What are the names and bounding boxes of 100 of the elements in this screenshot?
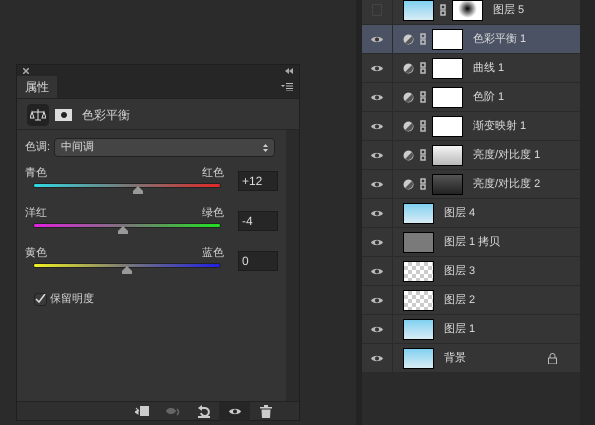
slider[interactable] <box>33 263 221 275</box>
slider[interactable] <box>33 223 221 235</box>
layer-name: 色阶 1 <box>473 90 504 105</box>
reset-icon <box>196 404 210 418</box>
adjustment-icon <box>403 150 414 160</box>
eye-button[interactable] <box>219 402 250 420</box>
mask-thumbnail <box>432 58 463 78</box>
layer-row[interactable]: 图层 2 <box>362 286 580 315</box>
slider-left-label: 洋红 <box>25 207 47 220</box>
slider-value-field[interactable]: +12 <box>238 171 278 191</box>
slider[interactable] <box>33 183 221 195</box>
layer-name: 背景 <box>444 350 466 366</box>
chain-icon <box>420 91 426 103</box>
eye-icon <box>370 180 384 188</box>
eye-icon <box>370 266 384 276</box>
layer-row[interactable]: 亮度/对比度 1 <box>362 141 580 170</box>
visibility-toggle[interactable] <box>370 122 384 130</box>
slider-right-label: 蓝色 <box>202 247 224 260</box>
visibility-toggle[interactable] <box>370 354 384 362</box>
adjustment-icon <box>403 92 414 102</box>
layer-name: 图层 3 <box>444 264 476 279</box>
chain-icon <box>420 62 426 74</box>
layer-name: 图层 5 <box>493 2 524 18</box>
tone-dropdown[interactable]: 中间调 <box>54 138 276 157</box>
slider-value-field[interactable]: -4 <box>238 211 278 231</box>
layer-row[interactable]: 图层 1 拷贝 <box>362 228 580 257</box>
panel-tab[interactable]: 属性 <box>17 76 57 98</box>
mask-thumbnail <box>432 144 463 166</box>
layer-row[interactable]: 图层 1 <box>362 315 580 344</box>
layer-row[interactable]: 色彩平衡 1 <box>362 25 580 54</box>
collapse-icon[interactable] <box>285 68 293 74</box>
layer-thumbnail <box>403 348 434 368</box>
layer-name: 色彩平衡 1 <box>473 32 526 47</box>
layer-row[interactable]: 图层 5 <box>362 0 580 25</box>
chain-icon <box>440 4 446 16</box>
layer-thumbnail <box>403 202 434 224</box>
close-icon[interactable] <box>23 68 29 74</box>
layer-thumbnail <box>403 0 434 20</box>
layer-name: 图层 2 <box>444 292 476 308</box>
visibility-toggle[interactable] <box>370 92 384 102</box>
visibility-toggle[interactable] <box>370 324 384 334</box>
eye-icon <box>370 238 384 246</box>
layer-thumbnail <box>403 260 434 282</box>
preserve-label: 保留明度 <box>50 292 94 307</box>
panel-menu-icon[interactable] <box>281 83 293 91</box>
chain-icon <box>420 149 426 161</box>
eye-icon <box>370 324 384 334</box>
trash-icon <box>260 404 272 418</box>
eye-icon <box>370 122 384 130</box>
mask-thumbnail <box>432 116 463 136</box>
eye-icon <box>370 64 384 72</box>
slider-thumb[interactable] <box>133 186 144 194</box>
slider-thumb[interactable] <box>118 226 128 234</box>
eye-icon <box>228 406 242 416</box>
layer-row[interactable]: 亮度/对比度 2 <box>362 170 580 199</box>
visibility-toggle[interactable] <box>370 238 384 246</box>
layer-row[interactable]: 色阶 1 <box>362 83 580 112</box>
layer-row[interactable]: 图层 3 <box>362 257 580 286</box>
visibility-toggle[interactable] <box>370 296 384 304</box>
eye-icon <box>370 354 384 362</box>
layer-row[interactable]: 背景 <box>362 344 580 373</box>
layer-row[interactable]: 曲线 1 <box>362 54 580 83</box>
eye-icon <box>370 92 384 102</box>
visibility-toggle[interactable] <box>370 150 384 160</box>
visibility-toggle[interactable] <box>370 34 384 44</box>
slider-right-label: 红色 <box>202 167 224 180</box>
preserve-checkbox[interactable] <box>34 292 47 306</box>
eye-icon <box>370 208 384 218</box>
layer-name: 亮度/对比度 1 <box>473 148 540 163</box>
slider-thumb[interactable] <box>122 266 132 274</box>
visibility-toggle[interactable] <box>370 266 384 276</box>
mask-thumbnail <box>432 86 463 108</box>
layer-name: 曲线 1 <box>473 60 504 76</box>
tone-label: 色调: <box>25 140 50 156</box>
slider-left-label: 青色 <box>25 167 47 180</box>
layer-name: 亮度/对比度 2 <box>473 176 540 192</box>
layer-row[interactable]: 渐变映射 1 <box>362 112 580 141</box>
visibility-toggle[interactable] <box>370 208 384 218</box>
adjustment-icon <box>403 178 414 190</box>
mask-icon <box>55 108 72 120</box>
layer-row[interactable]: 图层 4 <box>362 199 580 228</box>
layer-name: 渐变映射 1 <box>473 118 526 134</box>
visibility-toggle[interactable] <box>370 64 384 72</box>
mask-thumbnail <box>432 174 463 194</box>
slider-left-label: 黄色 <box>25 247 47 260</box>
layer-name: 图层 1 <box>444 322 476 337</box>
eye-icon <box>370 34 384 44</box>
slider-value-field[interactable]: 0 <box>238 251 278 271</box>
preview-icon <box>164 406 180 416</box>
layer-name: 图层 4 <box>444 206 476 221</box>
chain-icon <box>420 178 426 190</box>
layer-thumbnail <box>403 318 434 340</box>
visibility-toggle[interactable] <box>370 180 384 188</box>
dropdown-arrows-icon <box>263 144 268 152</box>
slider-right-label: 绿色 <box>202 207 224 220</box>
eye-icon <box>370 296 384 304</box>
adjustment-icon <box>403 120 414 132</box>
layer-name: 图层 1 拷贝 <box>444 234 500 250</box>
adjustment-icon <box>403 34 414 44</box>
layer-thumbnail <box>403 232 434 252</box>
